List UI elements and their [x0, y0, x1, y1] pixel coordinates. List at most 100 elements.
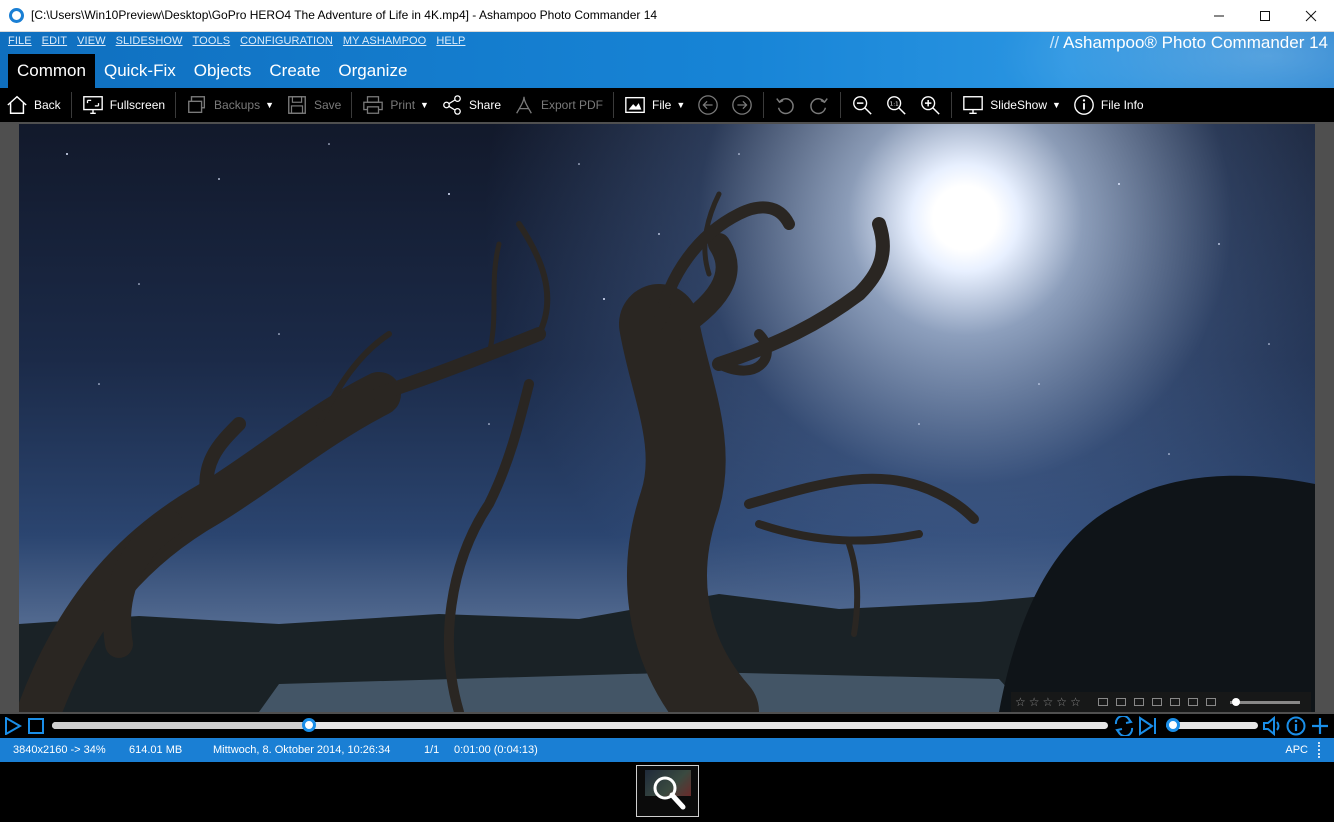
menu-my-ashampoo[interactable]: MY ASHAMPOO — [343, 35, 426, 47]
slideshow-button[interactable]: SlideShow ▼ — [956, 88, 1067, 122]
menu-file[interactable]: FILE — [8, 35, 32, 47]
toolbar-divider — [175, 92, 177, 118]
toolbar-divider — [840, 92, 842, 118]
zoom-out-icon — [853, 96, 872, 115]
file-menu-button[interactable]: File ▼ — [618, 88, 691, 122]
monitor-icon[interactable] — [1205, 698, 1216, 706]
next-button[interactable] — [725, 88, 759, 122]
previous-button[interactable] — [691, 88, 725, 122]
image-viewer[interactable]: ☆ ☆ ☆ ☆ ☆ — [0, 122, 1334, 714]
chevron-down-icon: ▼ — [265, 100, 274, 110]
backups-label: Backups — [214, 98, 261, 112]
backups-button[interactable]: Backups ▼ — [180, 88, 280, 122]
maximize-button[interactable] — [1242, 0, 1288, 32]
view-mode-icon[interactable] — [1115, 698, 1126, 706]
file-info-button[interactable]: File Info — [1067, 88, 1150, 122]
image-file-icon — [625, 96, 645, 114]
file-label: File — [652, 98, 672, 112]
star-icon[interactable]: ☆ — [1070, 695, 1081, 709]
zoom-slider[interactable] — [1229, 697, 1300, 706]
menu-edit[interactable]: EDIT — [42, 35, 67, 47]
zoom-actual-size-button[interactable]: 1:1 — [879, 88, 913, 122]
status-file-size: 614.01 MB — [129, 744, 183, 756]
fullscreen-button[interactable]: Fullscreen — [76, 88, 171, 122]
zoom-actual-text: 1:1 — [890, 101, 899, 107]
night-tree-scene — [19, 143, 1315, 712]
view-mode-icon[interactable] — [1169, 698, 1180, 706]
star-icon[interactable]: ☆ — [1029, 695, 1040, 709]
video-frame: ☆ ☆ ☆ ☆ ☆ — [19, 124, 1315, 712]
tab-quick-fix[interactable]: Quick-Fix — [95, 54, 185, 88]
fit-screen-icon[interactable] — [1187, 698, 1198, 706]
view-mode-icon[interactable] — [1133, 698, 1144, 706]
star-icon[interactable]: ☆ — [1015, 695, 1026, 709]
speaker-icon[interactable] — [1262, 716, 1284, 736]
menu-tools[interactable]: TOOLS — [193, 35, 231, 47]
brand-logo: //Ashampoo® Photo Commander 14 — [1050, 33, 1328, 53]
seek-thumb[interactable] — [301, 718, 316, 732]
rotate-right-icon — [810, 98, 829, 115]
zoom-out-button[interactable] — [845, 88, 879, 122]
slideshow-label: SlideShow — [990, 98, 1047, 112]
zoom-actual-icon: 1:1 — [887, 96, 906, 115]
maximize-icon — [1260, 11, 1270, 21]
home-icon — [7, 95, 27, 114]
status-index: 1/1 — [424, 744, 440, 756]
star-icon[interactable]: ☆ — [1043, 695, 1054, 709]
rotate-right-button[interactable] — [802, 88, 836, 122]
tab-organize[interactable]: Organize — [329, 54, 416, 88]
loop-icon[interactable] — [1112, 716, 1136, 736]
print-button[interactable]: Print ▼ — [356, 88, 435, 122]
close-button[interactable] — [1288, 0, 1334, 32]
status-time: 0:01:00 (0:04:13) — [454, 744, 538, 756]
back-label: Back — [34, 98, 61, 112]
stop-button[interactable] — [28, 718, 44, 734]
rating-toolbar: ☆ ☆ ☆ ☆ ☆ — [1011, 692, 1311, 712]
chevron-down-icon: ▼ — [420, 100, 429, 110]
menu-help[interactable]: HELP — [436, 35, 465, 47]
resize-grip[interactable] — [1318, 742, 1330, 758]
share-label: Share — [468, 98, 501, 112]
chevron-down-icon: ▼ — [1051, 100, 1061, 110]
fullscreen-label: Fullscreen — [109, 98, 166, 112]
title-bar: [C:\Users\Win10Preview\Desktop\GoPro HER… — [0, 0, 1334, 32]
skip-end-icon[interactable] — [1138, 716, 1158, 736]
tab-common[interactable]: Common — [8, 54, 95, 88]
volume-thumb[interactable] — [1166, 718, 1180, 732]
thumbnail-strip — [0, 762, 1334, 822]
tab-objects[interactable]: Objects — [185, 54, 261, 88]
zoom-in-button[interactable] — [913, 88, 947, 122]
back-button[interactable]: Back — [0, 88, 67, 122]
menu-slideshow[interactable]: SLIDESHOW — [116, 35, 183, 47]
save-button[interactable]: Save — [280, 88, 347, 122]
volume-slider[interactable] — [1166, 718, 1258, 732]
status-bar: 3840x2160 -> 34% 614.01 MB Mittwoch, 8. … — [0, 738, 1334, 762]
status-resolution: 3840x2160 -> 34% — [13, 744, 106, 756]
file-info-label: File Info — [1100, 98, 1144, 112]
thumbnail-item[interactable] — [636, 765, 699, 817]
view-mode-icon[interactable] — [1097, 698, 1108, 706]
minimize-icon — [1214, 15, 1224, 17]
status-date: Mittwoch, 8. Oktober 2014, 10:26:34 — [213, 744, 391, 756]
view-mode-icon[interactable] — [1151, 698, 1162, 706]
minimize-button[interactable] — [1196, 0, 1242, 32]
export-pdf-button[interactable]: Export PDF — [507, 88, 609, 122]
magnifier-icon — [653, 776, 686, 810]
rotate-left-icon — [776, 98, 795, 115]
star-icon[interactable]: ☆ — [1056, 695, 1067, 709]
menu-configuration[interactable]: CONFIGURATION — [240, 35, 333, 47]
play-icon[interactable] — [4, 717, 22, 735]
ribbon-tabs: Common Quick-Fix Objects Create Organize — [8, 54, 416, 88]
share-button[interactable]: Share — [435, 88, 507, 122]
tab-create[interactable]: Create — [260, 54, 329, 88]
menu-view[interactable]: VIEW — [77, 35, 106, 47]
seek-track[interactable] — [52, 718, 1108, 732]
plus-icon[interactable] — [1310, 716, 1330, 736]
brand-slashes: // — [1049, 33, 1060, 52]
info-icon[interactable] — [1286, 716, 1306, 736]
rotate-left-button[interactable] — [768, 88, 802, 122]
close-icon — [1305, 10, 1317, 22]
toolbar-divider — [613, 92, 615, 118]
zoom-in-icon — [921, 96, 940, 115]
toolbar: Back Fullscreen Backups ▼ Save Print ▼ Sha… — [0, 88, 1334, 122]
